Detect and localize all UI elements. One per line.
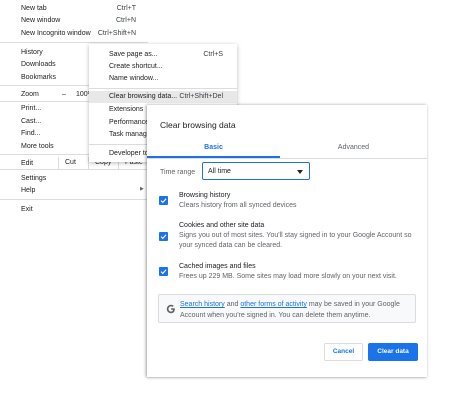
menu-item-name-window[interactable]: Name window... [89,73,237,85]
menu-item-label: Exit [21,206,33,213]
other-activity-link[interactable]: other forms of activity [240,301,307,308]
option-title: Cookies and other site data [179,222,265,229]
menu-item-label: Cast... [21,118,42,125]
menu-item-label: Save page as... [109,51,158,58]
cut-button[interactable]: Cut [58,157,76,169]
menu-item-clear-browsing-data[interactable]: Clear browsing data... Ctrl+Shift+Del [89,91,237,103]
google-g-icon [166,304,175,314]
menu-item-shortcut: Ctrl+Shift+Del [179,93,223,100]
menu-item-label: Downloads [21,61,56,68]
menu-divider [0,169,148,170]
menu-divider [89,88,237,89]
menu-item-label: Extensions [109,106,144,113]
menu-item-shortcut: Ctrl+T [116,5,136,12]
info-text-line1: Search history and other forms of activi… [180,300,400,310]
info-text: may be saved in your Google [308,301,400,308]
menu-item-label: History [21,49,43,56]
menu-item-new-incognito[interactable]: New Incognito window Ctrl+Shift+N [21,28,136,39]
menu-item-label: Help [21,187,36,194]
zoom-out-button[interactable]: – [62,89,66,100]
menu-item-create-shortcut[interactable]: Create shortcut... [89,61,237,73]
time-range-select[interactable]: All time [202,162,310,180]
menu-item-label: New window [21,17,61,24]
menu-item-label: Performance [109,119,150,126]
clear-browsing-data-dialog: Clear browsing data Basic Advanced Time … [147,105,427,377]
time-range-value: All time [208,168,231,175]
menu-item-settings[interactable]: Settings [21,173,136,184]
dialog-title: Clear browsing data [160,120,236,130]
menu-item-label: Bookmarks [21,74,57,81]
cancel-button[interactable]: Cancel [324,343,363,361]
time-range-label: Time range [160,169,196,176]
option-title: Browsing history [179,192,231,199]
menu-item-shortcut: Ctrl+N [115,17,136,24]
menu-item-shortcut: Ctrl+Shift+N [97,30,136,37]
menu-divider [0,42,148,43]
info-text: and [226,301,239,308]
menu-item-shortcut: Ctrl+S [203,51,223,58]
menu-item-label: Find... [21,130,41,137]
tab-advanced[interactable]: Advanced [280,139,427,156]
tab-divider [147,158,427,159]
option-description: your synced data can be cleared. [179,242,283,249]
cached-images-checkbox[interactable] [159,267,168,276]
option-description: Frees up 229 MB. Some sites may load mor… [179,273,397,280]
menu-divider [0,199,148,200]
edit-label: Edit [21,160,34,167]
browsing-history-checkbox[interactable] [159,196,168,205]
menu-item-label: Name window... [109,75,159,82]
zoom-label: Zoom [21,91,39,98]
menu-item-save-page[interactable]: Save page as... Ctrl+S [89,49,237,61]
option-description: Clears history from all synced devices [179,202,297,209]
menu-item-exit[interactable]: Exit [21,204,136,215]
google-activity-info: Search history and other forms of activi… [158,294,416,323]
check-icon [160,198,167,204]
menu-item-label: New Incognito window [21,30,91,37]
menu-item-label: More tools [21,143,54,150]
submenu-arrow-icon: ▶ [140,186,144,192]
menu-item-label: Clear browsing data... [109,93,178,100]
menu-item-new-window[interactable]: New window Ctrl+N [21,15,136,26]
menu-item-label: Settings [21,175,47,182]
menu-item-help[interactable]: Help [21,185,136,196]
dropdown-arrow-icon [297,170,303,174]
check-icon [160,269,167,275]
search-history-link[interactable]: Search history [180,301,225,308]
option-description: Signs you out of most sites. You'll stay… [179,232,412,239]
check-icon [160,234,167,240]
cookies-checkbox[interactable] [159,232,168,241]
option-title: Cached images and files [179,263,256,270]
info-text-line2: Account when you're signed in. You can d… [180,312,371,319]
menu-item-new-tab[interactable]: New tab Ctrl+T [21,3,136,14]
menu-item-label: Print... [21,105,42,112]
menu-item-label: Create shortcut... [109,63,163,70]
clear-data-button[interactable]: Clear data [368,343,418,361]
menu-item-label: New tab [21,5,47,12]
tab-basic[interactable]: Basic [147,139,280,156]
